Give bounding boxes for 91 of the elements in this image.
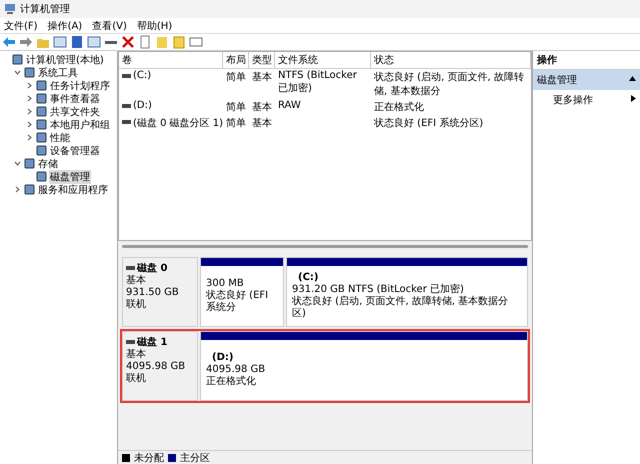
partition-size: 4095.98 GB bbox=[206, 364, 266, 376]
menu-item[interactable]: 文件(F) bbox=[4, 18, 38, 32]
disk-type: 基本 bbox=[126, 349, 147, 361]
table-cell-text: 状态良好 (启动, 页面文件, 故障转储, 基本数据分 bbox=[373, 70, 525, 99]
table-cell: (磁盘 0 磁盘分区 1) bbox=[119, 115, 223, 131]
tree-item[interactable]: 设备管理器 bbox=[49, 144, 101, 158]
table-cell-text: 基本 bbox=[251, 116, 273, 131]
tree-item[interactable]: 计算机管理(本地) bbox=[25, 52, 105, 66]
column-header[interactable]: 布局 bbox=[223, 52, 249, 68]
table-cell-text: 简单 bbox=[225, 70, 247, 85]
menu-item[interactable]: 操作(A) bbox=[48, 18, 82, 32]
actions-section[interactable]: 磁盘管理 bbox=[533, 70, 640, 90]
partition-status: 状态良好 (EFI 系统分 bbox=[206, 290, 270, 314]
table-cell-text: 基本 bbox=[251, 70, 273, 85]
column-header[interactable]: 状态 bbox=[371, 52, 531, 68]
node-icon bbox=[24, 158, 35, 169]
partition-size: 300 MB bbox=[206, 278, 245, 290]
action-item[interactable]: 更多操作 bbox=[533, 90, 640, 110]
table-cell-text: 简单 bbox=[225, 100, 247, 115]
disk-status: 联机 bbox=[126, 373, 147, 385]
close-icon[interactable] bbox=[121, 35, 135, 49]
chevron-right-icon[interactable] bbox=[14, 186, 20, 193]
column-header[interactable]: 类型 bbox=[249, 52, 275, 68]
drive-icon bbox=[122, 120, 131, 124]
node-icon bbox=[36, 93, 47, 104]
disk-type: 基本 bbox=[126, 275, 147, 287]
tree-item[interactable]: 事件查看器 bbox=[49, 92, 101, 106]
submenu-arrow-icon bbox=[631, 95, 636, 102]
tree-item[interactable]: 系统工具 bbox=[37, 66, 79, 80]
chevron-right-icon[interactable] bbox=[26, 108, 32, 115]
table-cell-text: NTFS (BitLocker 已加密) bbox=[277, 69, 358, 96]
tree-item[interactable]: 存储 bbox=[37, 156, 59, 170]
partition-label: (C:) bbox=[297, 272, 320, 284]
panel-icon[interactable] bbox=[53, 35, 67, 49]
chevron-down-icon[interactable] bbox=[14, 69, 20, 76]
node-icon bbox=[36, 106, 47, 117]
menu-item[interactable]: 查看(V) bbox=[92, 18, 127, 32]
partition-block[interactable]: (C:) 931.20 GB NTFS (BitLocker 已加密) 状态良好 (启动, 页面文件, 故障转储, 基本数据分区) bbox=[286, 257, 528, 327]
partition-status: 正在格式化 bbox=[206, 376, 257, 388]
tree-item[interactable]: 性能 bbox=[49, 130, 71, 144]
partition-block[interactable]: (D:) 4095.98 GB 正在格式化 bbox=[200, 331, 528, 401]
column-header[interactable]: 卷 bbox=[119, 52, 223, 68]
disk-size: 4095.98 GB bbox=[126, 361, 186, 372]
drive-icon bbox=[122, 74, 131, 78]
forward-arrow-icon[interactable] bbox=[19, 35, 33, 49]
table-cell: (C:) bbox=[119, 69, 223, 99]
table-cell-text: 状态良好 (EFI 系统分区) bbox=[373, 116, 484, 131]
disk-status: 联机 bbox=[126, 299, 147, 311]
chevron-right-icon[interactable] bbox=[26, 134, 32, 141]
scroll-bar[interactable] bbox=[122, 244, 528, 248]
node-icon bbox=[24, 184, 35, 195]
legend-label: 主分区 bbox=[180, 452, 210, 464]
collapse-icon[interactable] bbox=[629, 76, 636, 81]
drive-icon bbox=[126, 340, 135, 344]
table-cell-text: 正在格式化 bbox=[373, 100, 425, 115]
tree-item[interactable]: 共享文件夹 bbox=[49, 104, 101, 118]
node-icon bbox=[24, 67, 35, 78]
node-icon bbox=[36, 171, 47, 182]
tree-item[interactable]: 任务计划程序 bbox=[49, 78, 111, 92]
partition-label: (D:) bbox=[211, 352, 234, 364]
table-cell: (D:) bbox=[119, 99, 223, 115]
chevron-right-icon[interactable] bbox=[26, 95, 32, 102]
panel-icon[interactable] bbox=[87, 35, 101, 49]
legend-label: 未分配 bbox=[134, 452, 164, 464]
back-arrow-icon[interactable] bbox=[2, 35, 16, 49]
node-icon bbox=[12, 54, 23, 65]
computer-icon bbox=[4, 3, 16, 15]
partition-block[interactable]: 300 MB 状态良好 (EFI 系统分 bbox=[200, 257, 284, 327]
chevron-down-icon[interactable] bbox=[14, 160, 20, 167]
node-icon bbox=[36, 145, 47, 156]
node-icon bbox=[36, 119, 47, 130]
menu-item[interactable]: 帮助(H) bbox=[136, 18, 172, 32]
table-cell-text: 简单 bbox=[225, 116, 247, 131]
table-cell-text: RAW bbox=[277, 99, 302, 113]
disk-name: 磁盘 0 bbox=[137, 262, 168, 274]
table-cell-text: 基本 bbox=[251, 100, 273, 115]
chevron-right-icon[interactable] bbox=[26, 82, 32, 89]
drive-icon bbox=[122, 104, 131, 108]
disk-size: 931.50 GB bbox=[126, 287, 180, 298]
tree-item[interactable]: 磁盘管理 bbox=[49, 170, 91, 184]
partition-status: 状态良好 (启动, 页面文件, 故障转储, 基本数据分区) bbox=[292, 296, 510, 320]
node-icon bbox=[36, 132, 47, 143]
node-icon bbox=[36, 80, 47, 91]
disk-name: 磁盘 1 bbox=[137, 336, 168, 348]
column-header[interactable]: 文件系统 bbox=[275, 52, 371, 68]
chevron-right-icon[interactable] bbox=[26, 121, 32, 128]
tree-item[interactable]: 服务和应用程序 bbox=[37, 182, 109, 196]
partition-size: 931.20 GB NTFS (BitLocker 已加密) bbox=[292, 284, 465, 296]
tree-item[interactable]: 本地用户和组 bbox=[49, 118, 111, 132]
window-title: 计算机管理 bbox=[20, 2, 70, 16]
drive-icon bbox=[126, 266, 135, 270]
